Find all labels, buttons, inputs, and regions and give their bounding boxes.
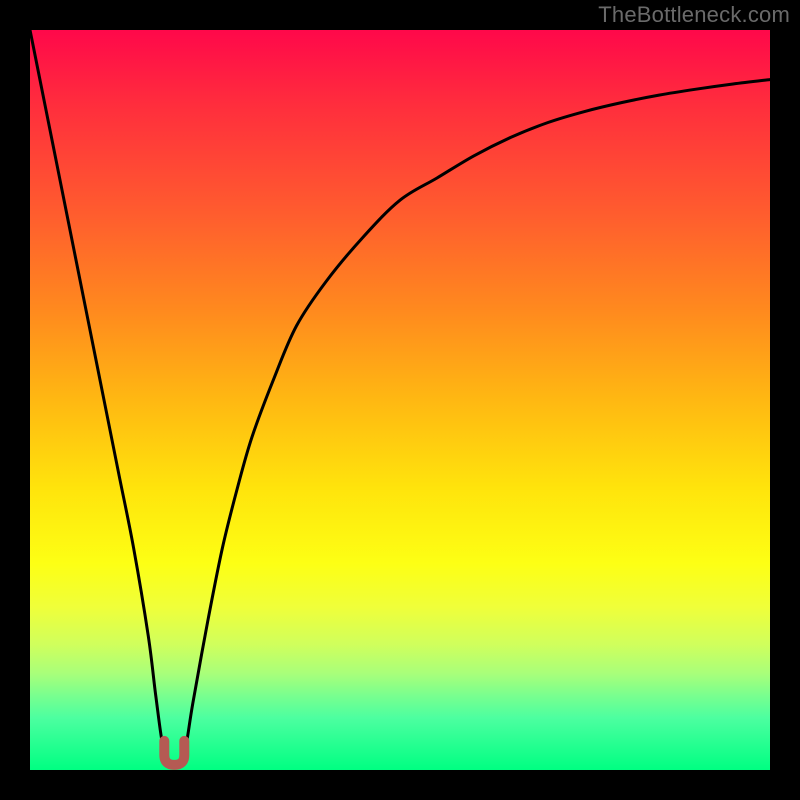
minimum-marker: [164, 741, 184, 765]
chart-plot-area: [30, 30, 770, 770]
watermark-text: TheBottleneck.com: [598, 2, 790, 28]
curve-path: [30, 30, 770, 764]
bottleneck-curve: [30, 30, 770, 770]
chart-frame: TheBottleneck.com: [0, 0, 800, 800]
